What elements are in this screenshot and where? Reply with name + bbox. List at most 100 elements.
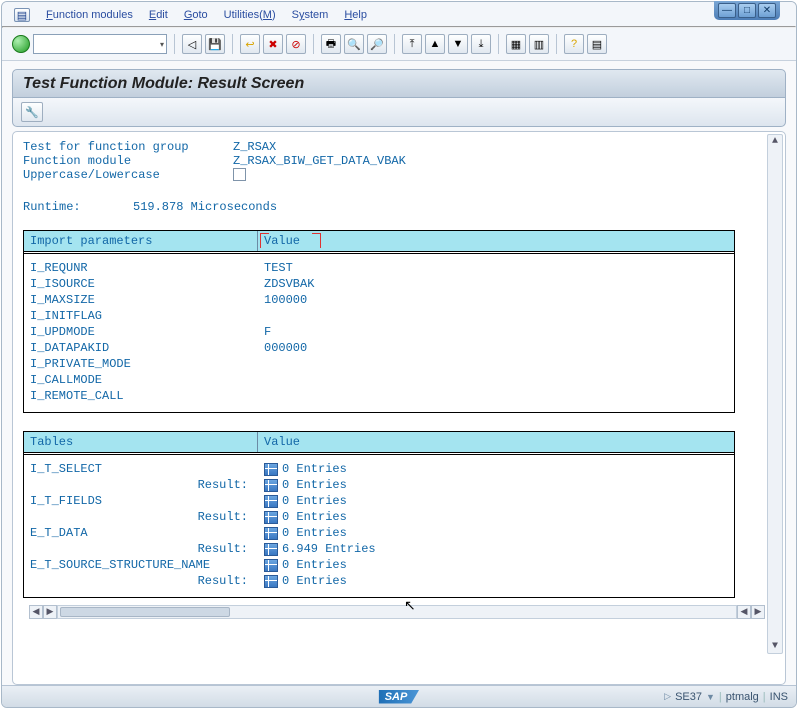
minimize-button[interactable]: — bbox=[718, 3, 736, 18]
param-value[interactable]: TEST bbox=[264, 260, 293, 276]
grid-icon[interactable] bbox=[264, 479, 278, 492]
hscroll-left-icon[interactable]: ◀ bbox=[29, 605, 43, 619]
grid-icon[interactable] bbox=[264, 463, 278, 476]
function-module-label: Function module bbox=[23, 154, 233, 168]
param-name[interactable]: I_ISOURCE bbox=[30, 276, 264, 292]
param-value[interactable]: ZDSVBAK bbox=[264, 276, 314, 292]
menu-help[interactable]: Help bbox=[344, 9, 367, 21]
menu-utilities[interactable]: Utilities(M) bbox=[224, 9, 276, 21]
table-name[interactable]: E_T_DATA bbox=[30, 525, 264, 541]
param-value[interactable]: 100000 bbox=[264, 292, 307, 308]
menu-system[interactable]: System bbox=[292, 9, 329, 21]
hscroll-right2-icon[interactable]: ▶ bbox=[751, 605, 765, 619]
param-name[interactable]: I_UPDMODE bbox=[30, 324, 264, 340]
function-group-label: Test for function group bbox=[23, 140, 233, 154]
print-button[interactable]: 🖶 bbox=[321, 34, 341, 54]
back-button[interactable]: ◁ bbox=[182, 34, 202, 54]
prev-page-button[interactable]: ▲ bbox=[425, 34, 445, 54]
param-name[interactable]: I_MAXSIZE bbox=[30, 292, 264, 308]
grid-icon[interactable] bbox=[264, 495, 278, 508]
import-row: I_DATAPAKID000000 bbox=[24, 340, 734, 356]
table-result-row: Result: 0 Entries bbox=[24, 477, 734, 493]
param-name[interactable]: I_REMOTE_CALL bbox=[30, 388, 264, 404]
param-value[interactable]: 000000 bbox=[264, 340, 307, 356]
result-label: Result: bbox=[30, 477, 248, 493]
function-group-value: Z_RSAX bbox=[233, 140, 276, 154]
tool2-button[interactable]: ▥ bbox=[529, 34, 549, 54]
hscroll-right-icon[interactable]: ◀ bbox=[737, 605, 751, 619]
runtime-label: Runtime: bbox=[23, 200, 133, 214]
menu-icon[interactable]: ▤ bbox=[14, 8, 30, 22]
stop-button[interactable]: ⊘ bbox=[286, 34, 306, 54]
first-page-button[interactable]: ⤒ bbox=[402, 34, 422, 54]
grid-icon[interactable] bbox=[264, 575, 278, 588]
param-name[interactable]: I_DATAPAKID bbox=[30, 340, 264, 356]
table-result[interactable]: 6.949 Entries bbox=[264, 541, 376, 557]
table-entries[interactable]: 0 Entries bbox=[264, 461, 347, 477]
grid-icon[interactable] bbox=[264, 527, 278, 540]
result-label: Result: bbox=[30, 509, 248, 525]
table-result[interactable]: 0 Entries bbox=[264, 477, 347, 493]
cancel-button[interactable]: ✖ bbox=[263, 34, 283, 54]
param-name[interactable]: I_REQUNR bbox=[30, 260, 264, 276]
find-button[interactable]: 🔍 bbox=[344, 34, 364, 54]
result-label: Result: bbox=[30, 541, 248, 557]
case-checkbox[interactable] bbox=[233, 168, 246, 181]
status-tri2-icon[interactable]: ▼ bbox=[706, 692, 715, 702]
table-entries[interactable]: 0 Entries bbox=[264, 525, 347, 541]
hscroll-left2-icon[interactable]: ▶ bbox=[43, 605, 57, 619]
vertical-scrollbar[interactable]: ▲ ▼ bbox=[767, 134, 783, 654]
layout-button[interactable]: ▤ bbox=[587, 34, 607, 54]
import-params-table: Import parameters Value I_REQUNRTESTI_IS… bbox=[23, 230, 735, 413]
table-entries[interactable]: 0 Entries bbox=[264, 493, 347, 509]
tables-header-col1: Tables bbox=[24, 432, 258, 452]
param-name[interactable]: I_PRIVATE_MODE bbox=[30, 356, 264, 372]
menu-edit[interactable]: Edit bbox=[149, 9, 168, 21]
import-row: I_REMOTE_CALL bbox=[24, 388, 734, 404]
tool1-button[interactable]: ▦ bbox=[506, 34, 526, 54]
exit-button[interactable]: ↩ bbox=[240, 34, 260, 54]
hscroll-track[interactable] bbox=[57, 605, 737, 619]
close-button[interactable]: ✕ bbox=[758, 3, 776, 18]
grid-icon[interactable] bbox=[264, 559, 278, 572]
table-result[interactable]: 0 Entries bbox=[264, 509, 347, 525]
scroll-down-icon[interactable]: ▼ bbox=[771, 640, 779, 653]
menu-function-modules[interactable]: Function modules bbox=[46, 9, 133, 21]
tables-table: Tables Value I_T_SELECT 0 EntriesResult:… bbox=[23, 431, 735, 598]
next-page-button[interactable]: ▼ bbox=[448, 34, 468, 54]
result-label: Result: bbox=[30, 573, 248, 589]
table-result-row: Result: 0 Entries bbox=[24, 509, 734, 525]
table-row: I_T_SELECT 0 Entries bbox=[24, 461, 734, 477]
table-name[interactable]: I_T_FIELDS bbox=[30, 493, 264, 509]
param-value[interactable]: F bbox=[264, 324, 271, 340]
grid-icon[interactable] bbox=[264, 511, 278, 524]
page-title: Test Function Module: Result Screen bbox=[12, 69, 786, 98]
table-entries[interactable]: 0 Entries bbox=[264, 557, 347, 573]
runtime-value: 519.878 Microseconds bbox=[133, 200, 277, 214]
table-name[interactable]: E_T_SOURCE_STRUCTURE_NAME bbox=[30, 557, 264, 573]
find-next-button[interactable]: 🔎 bbox=[367, 34, 387, 54]
import-row: I_INITFLAG bbox=[24, 308, 734, 324]
table-result[interactable]: 0 Entries bbox=[264, 573, 347, 589]
help-button[interactable]: ? bbox=[564, 34, 584, 54]
horizontal-scrollbar[interactable]: ◀ ▶ ◀ ▶ bbox=[29, 604, 765, 620]
param-name[interactable]: I_INITFLAG bbox=[30, 308, 264, 324]
status-tri-icon[interactable]: ▷ bbox=[664, 691, 671, 702]
import-row: I_MAXSIZE100000 bbox=[24, 292, 734, 308]
last-page-button[interactable]: ⤓ bbox=[471, 34, 491, 54]
table-result-row: Result: 6.949 Entries bbox=[24, 541, 734, 557]
import-header-col1: Import parameters bbox=[24, 231, 258, 251]
maximize-button[interactable]: □ bbox=[738, 3, 756, 18]
save-button[interactable]: 💾 bbox=[205, 34, 225, 54]
command-field[interactable]: ▾ bbox=[33, 34, 167, 54]
menu-goto[interactable]: Goto bbox=[184, 9, 208, 21]
status-tcode: SE37 bbox=[675, 691, 702, 703]
function-module-value: Z_RSAX_BIW_GET_DATA_VBAK bbox=[233, 154, 406, 168]
debug-button[interactable]: 🔧 bbox=[21, 102, 43, 122]
data-area: ▲ ▼ Test for function group Z_RSAX Funct… bbox=[12, 131, 786, 685]
param-name[interactable]: I_CALLMODE bbox=[30, 372, 264, 388]
scroll-up-icon[interactable]: ▲ bbox=[771, 135, 779, 148]
grid-icon[interactable] bbox=[264, 543, 278, 556]
table-name[interactable]: I_T_SELECT bbox=[30, 461, 264, 477]
ok-icon[interactable] bbox=[12, 35, 30, 53]
